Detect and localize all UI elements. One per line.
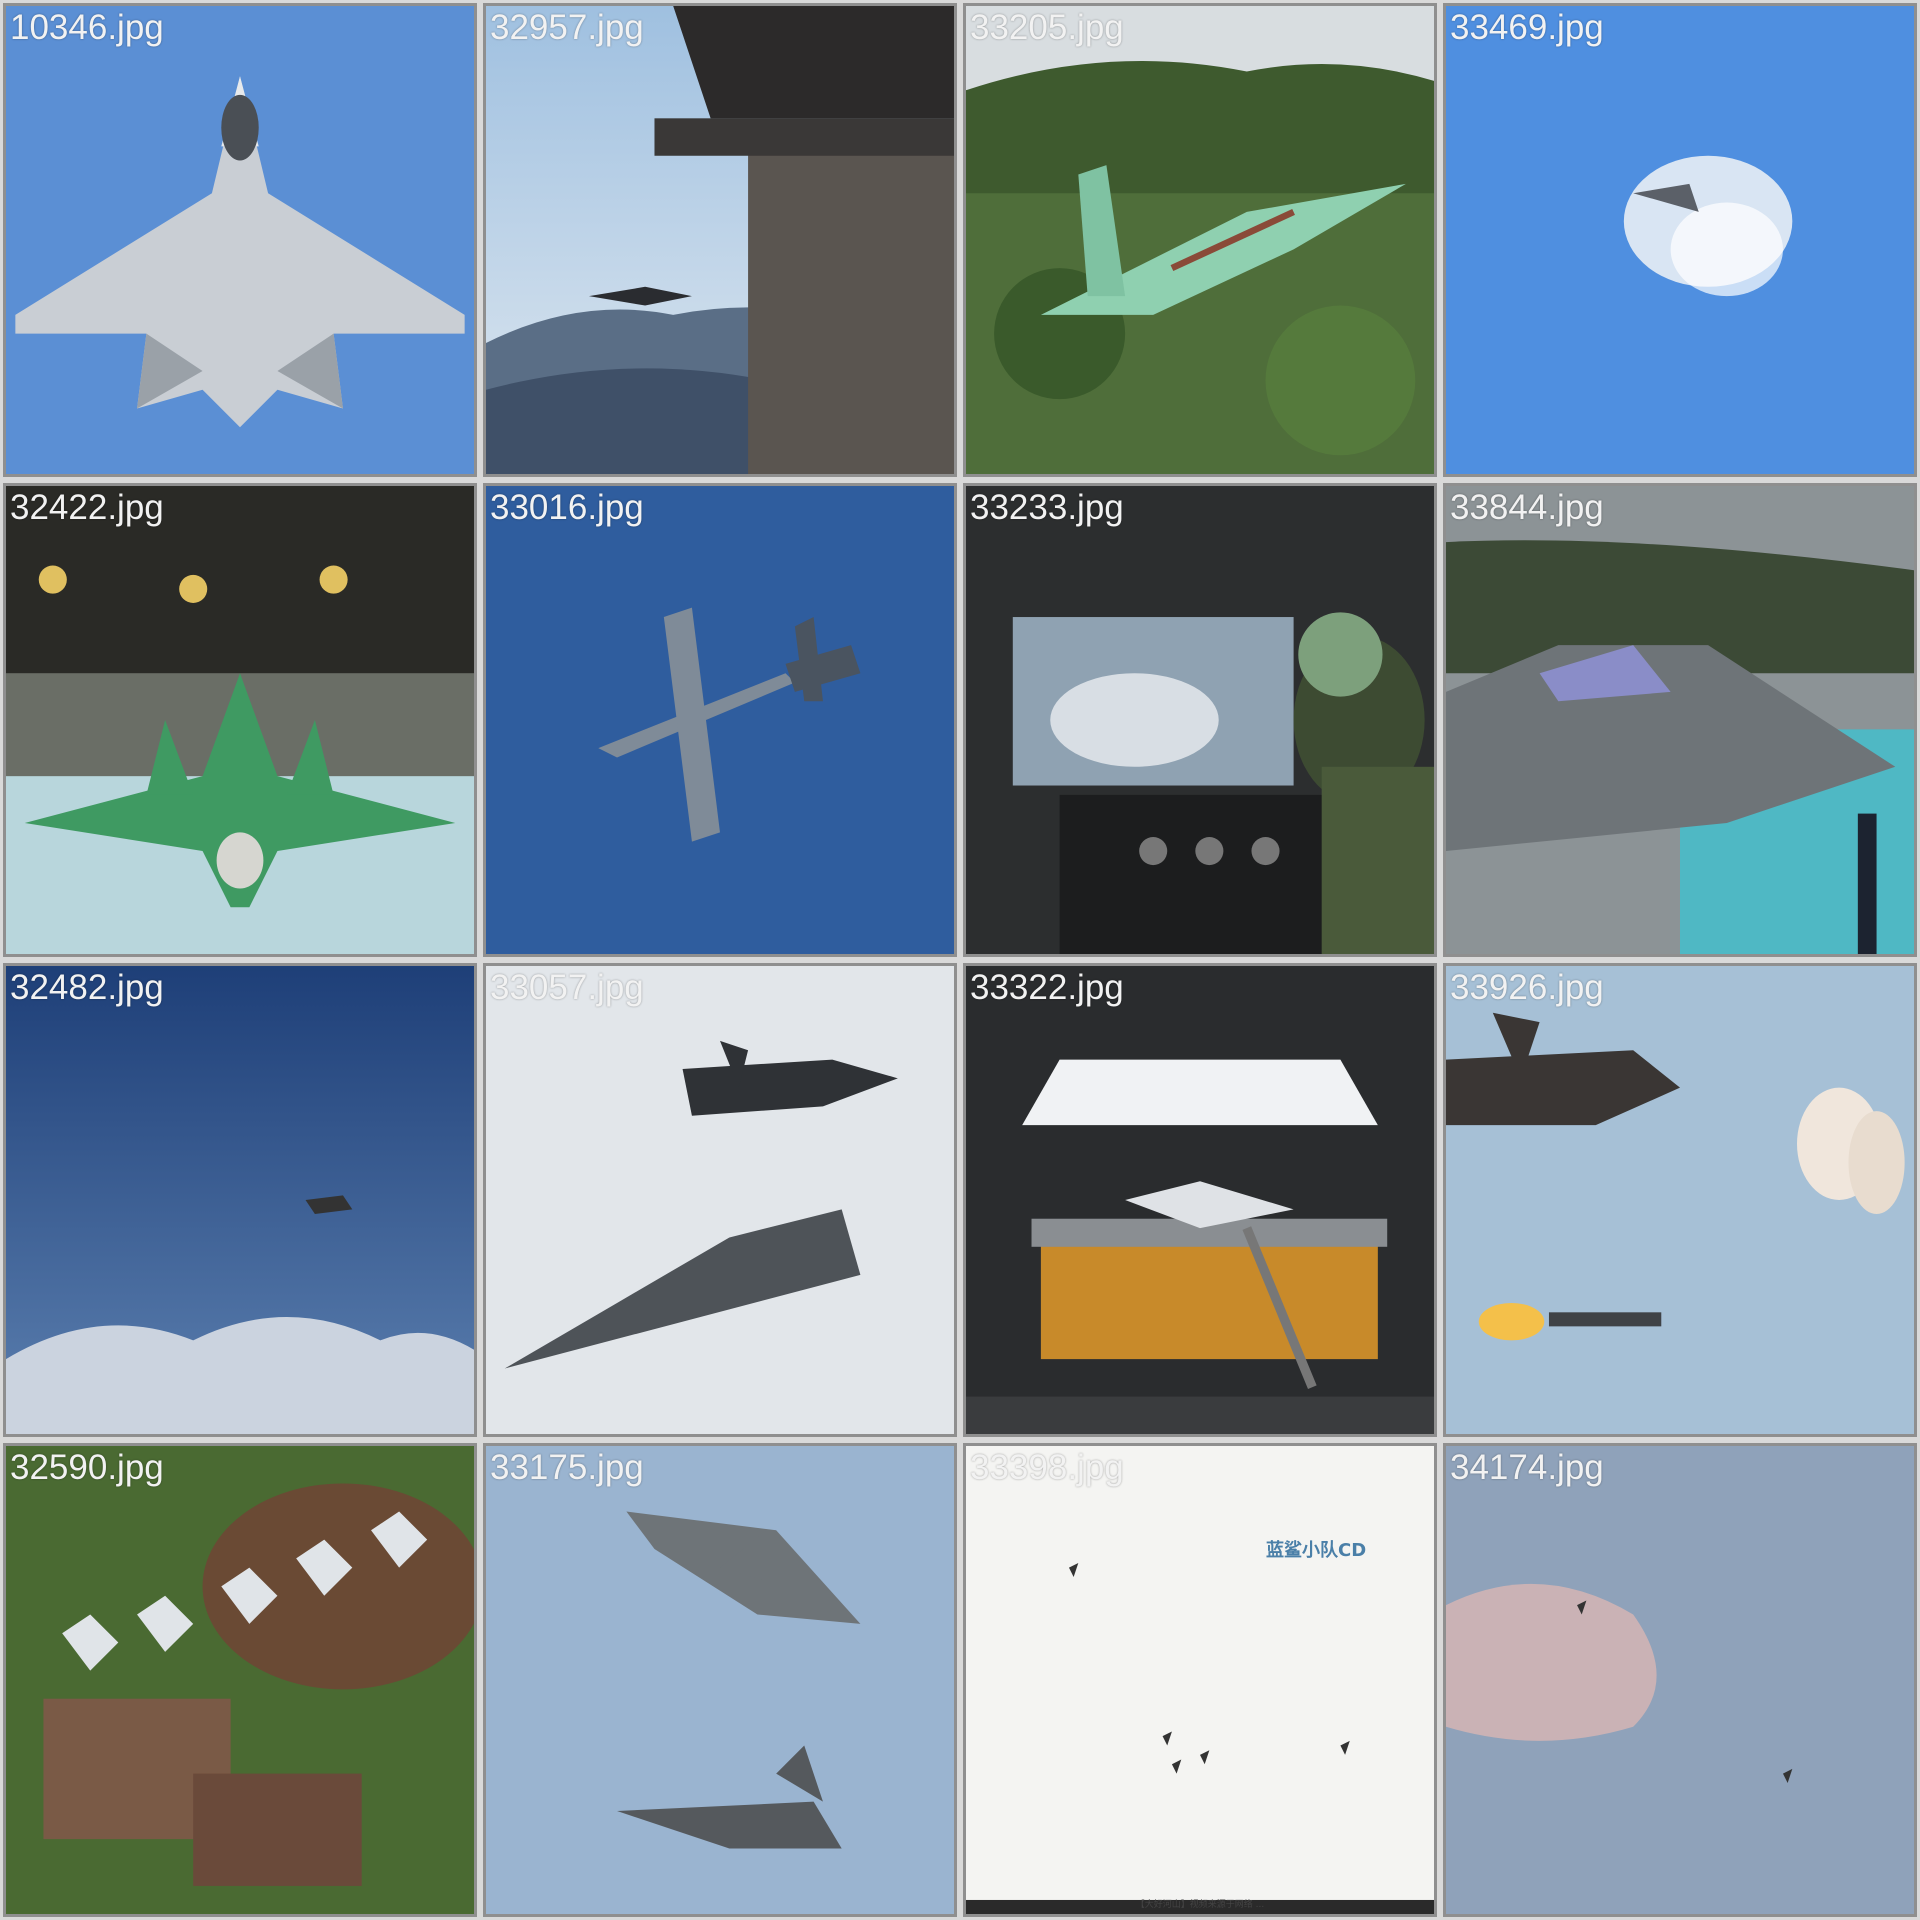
file-label: 33205.jpg <box>970 8 1124 47</box>
image-tile[interactable]: 33844.jpg <box>1443 483 1917 957</box>
vapor-cone-image <box>1446 6 1914 474</box>
file-label: 33233.jpg <box>970 488 1124 527</box>
file-label: 32422.jpg <box>10 488 164 527</box>
image-tile[interactable]: 33233.jpg <box>963 483 1437 957</box>
tanker-refuel-image <box>486 486 954 954</box>
image-tile[interactable]: 33057.jpg <box>483 963 957 1437</box>
file-label: 33844.jpg <box>1450 488 1604 527</box>
file-label: 33016.jpg <box>490 488 644 527</box>
stealth-closeup-image <box>1446 486 1914 954</box>
boom-operator-image <box>966 486 1434 954</box>
image-tile[interactable]: 33205.jpg <box>963 3 1437 477</box>
image-tile[interactable]: 33926.jpg <box>1443 963 1917 1437</box>
hazy-sky-image <box>1446 1446 1914 1914</box>
image-tile[interactable]: 34174.jpg <box>1443 1443 1917 1917</box>
file-label: 10346.jpg <box>10 8 164 47</box>
bottom-caption: 【大好河山】视频来源于网络 ... <box>1135 1900 1265 1910</box>
image-tile[interactable]: 32482.jpg <box>3 963 477 1437</box>
j20-pair-image <box>486 1446 954 1914</box>
file-label: 33469.jpg <box>1450 8 1604 47</box>
file-label: 32482.jpg <box>10 968 164 1007</box>
control-tower-image <box>486 6 954 474</box>
white-sky-formation-image <box>966 1446 1434 1914</box>
file-label: 33398.jpg <box>970 1448 1124 1487</box>
file-label: 34174.jpg <box>1450 1448 1604 1487</box>
image-tile[interactable]: 33016.jpg <box>483 483 957 957</box>
green-jet-forest-image <box>966 6 1434 474</box>
file-label: 33926.jpg <box>1450 968 1604 1007</box>
f35-b2-image <box>486 966 954 1434</box>
file-label: 33175.jpg <box>490 1448 644 1487</box>
f22-topdown-image <box>6 6 474 474</box>
file-label: 33057.jpg <box>490 968 644 1007</box>
image-tile[interactable]: 33469.jpg <box>1443 3 1917 477</box>
watermark-logo: 蓝鲨小队CD <box>1266 1540 1367 1561</box>
image-tile[interactable]: 10346.jpg <box>3 3 477 477</box>
missile-garlic-image <box>1446 966 1914 1434</box>
image-grid: 10346.jpg 32957.jpg 33205.jpg 33469.jpg … <box>0 0 1920 1920</box>
image-tile[interactable]: 33175.jpg <box>483 1443 957 1917</box>
estate-formation-image <box>6 1446 474 1914</box>
test-rig-image <box>966 966 1434 1434</box>
image-tile[interactable]: 33322.jpg <box>963 963 1437 1437</box>
factory-jet-image <box>6 486 474 954</box>
image-tile[interactable]: 32590.jpg <box>3 1443 477 1917</box>
file-label: 33322.jpg <box>970 968 1124 1007</box>
image-tile[interactable]: 蓝鲨小队CD 【大好河山】视频来源于网络 ... 33398.jpg <box>963 1443 1437 1917</box>
image-tile[interactable]: 32422.jpg <box>3 483 477 957</box>
file-label: 32590.jpg <box>10 1448 164 1487</box>
jet-over-clouds-image <box>6 966 474 1434</box>
image-tile[interactable]: 32957.jpg <box>483 3 957 477</box>
file-label: 32957.jpg <box>490 8 644 47</box>
